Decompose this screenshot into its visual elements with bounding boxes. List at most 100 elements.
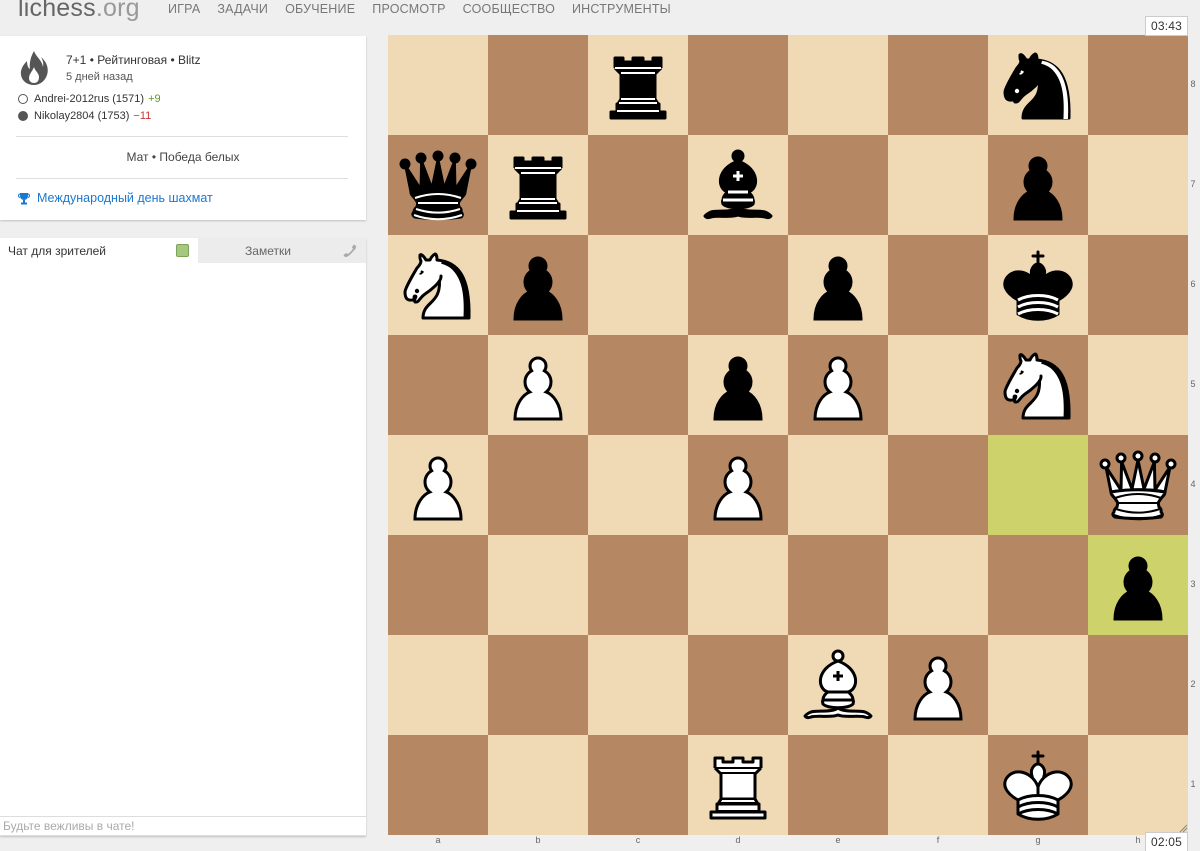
square-f2[interactable] bbox=[888, 635, 988, 735]
black-pawn-icon[interactable] bbox=[493, 240, 583, 330]
square-c3[interactable] bbox=[588, 535, 688, 635]
phone-icon[interactable] bbox=[342, 243, 358, 259]
menu-item-community[interactable]: СООБЩЕСТВО bbox=[463, 2, 555, 16]
square-h1[interactable] bbox=[1088, 735, 1188, 835]
square-a2[interactable] bbox=[388, 635, 488, 735]
square-g3[interactable] bbox=[988, 535, 1088, 635]
black-queen-icon[interactable] bbox=[393, 140, 483, 230]
black-bishop-icon[interactable] bbox=[693, 140, 783, 230]
square-e6[interactable] bbox=[788, 235, 888, 335]
white-pawn-icon[interactable] bbox=[493, 340, 583, 430]
square-c6[interactable] bbox=[588, 235, 688, 335]
white-rook-icon[interactable] bbox=[693, 740, 783, 830]
square-g8[interactable] bbox=[988, 35, 1088, 135]
tournament-link[interactable]: Международный день шахмат bbox=[18, 191, 213, 205]
square-a7[interactable] bbox=[388, 135, 488, 235]
black-king-icon[interactable] bbox=[993, 240, 1083, 330]
menu-item-watch[interactable]: ПРОСМОТР bbox=[372, 2, 445, 16]
tab-notes[interactable]: Заметки bbox=[198, 238, 338, 263]
player-white[interactable]: Andrei-2012rus (1571) +9 bbox=[18, 93, 161, 105]
white-king-icon[interactable] bbox=[993, 740, 1083, 830]
square-b7[interactable] bbox=[488, 135, 588, 235]
square-b2[interactable] bbox=[488, 635, 588, 735]
white-pawn-icon[interactable] bbox=[693, 440, 783, 530]
menu-item-play[interactable]: ИГРА bbox=[168, 2, 200, 16]
square-b8[interactable] bbox=[488, 35, 588, 135]
square-h6[interactable] bbox=[1088, 235, 1188, 335]
square-e5[interactable] bbox=[788, 335, 888, 435]
white-pawn-icon[interactable] bbox=[393, 440, 483, 530]
black-knight-icon[interactable] bbox=[993, 40, 1083, 130]
square-h8[interactable] bbox=[1088, 35, 1188, 135]
square-b1[interactable] bbox=[488, 735, 588, 835]
board-resize-handle[interactable] bbox=[1178, 823, 1188, 833]
black-pawn-icon[interactable] bbox=[793, 240, 883, 330]
square-d3[interactable] bbox=[688, 535, 788, 635]
square-g1[interactable] bbox=[988, 735, 1088, 835]
square-e1[interactable] bbox=[788, 735, 888, 835]
site-logo[interactable]: lichess.org bbox=[18, 0, 140, 23]
square-d1[interactable] bbox=[688, 735, 788, 835]
black-pawn-icon[interactable] bbox=[993, 140, 1083, 230]
square-c8[interactable] bbox=[588, 35, 688, 135]
square-c4[interactable] bbox=[588, 435, 688, 535]
square-b5[interactable] bbox=[488, 335, 588, 435]
square-d7[interactable] bbox=[688, 135, 788, 235]
square-e7[interactable] bbox=[788, 135, 888, 235]
square-c2[interactable] bbox=[588, 635, 688, 735]
square-b4[interactable] bbox=[488, 435, 588, 535]
square-e2[interactable] bbox=[788, 635, 888, 735]
square-f7[interactable] bbox=[888, 135, 988, 235]
square-d8[interactable] bbox=[688, 35, 788, 135]
square-c1[interactable] bbox=[588, 735, 688, 835]
square-d6[interactable] bbox=[688, 235, 788, 335]
menu-item-puzzles[interactable]: ЗАДАЧИ bbox=[217, 2, 268, 16]
white-pawn-icon[interactable] bbox=[893, 640, 983, 730]
square-f5[interactable] bbox=[888, 335, 988, 435]
white-bishop-icon[interactable] bbox=[793, 640, 883, 730]
chat-input[interactable] bbox=[0, 816, 366, 836]
white-knight-icon[interactable] bbox=[393, 240, 483, 330]
square-g6[interactable] bbox=[988, 235, 1088, 335]
menu-item-learn[interactable]: ОБУЧЕНИЕ bbox=[285, 2, 355, 16]
square-f3[interactable] bbox=[888, 535, 988, 635]
square-f4[interactable] bbox=[888, 435, 988, 535]
square-h4[interactable] bbox=[1088, 435, 1188, 535]
black-rook-icon[interactable] bbox=[493, 140, 583, 230]
square-g4[interactable] bbox=[988, 435, 1088, 535]
chat-toggle-checkbox[interactable] bbox=[176, 244, 189, 257]
white-queen-icon[interactable] bbox=[1093, 440, 1183, 530]
menu-item-tools[interactable]: ИНСТРУМЕНТЫ bbox=[572, 2, 671, 16]
square-h5[interactable] bbox=[1088, 335, 1188, 435]
square-f8[interactable] bbox=[888, 35, 988, 135]
square-e4[interactable] bbox=[788, 435, 888, 535]
square-d2[interactable] bbox=[688, 635, 788, 735]
white-pawn-icon[interactable] bbox=[793, 340, 883, 430]
square-f6[interactable] bbox=[888, 235, 988, 335]
black-pawn-icon[interactable] bbox=[693, 340, 783, 430]
white-knight-icon[interactable] bbox=[993, 340, 1083, 430]
square-h3[interactable] bbox=[1088, 535, 1188, 635]
square-g7[interactable] bbox=[988, 135, 1088, 235]
square-b6[interactable] bbox=[488, 235, 588, 335]
player-black[interactable]: Nikolay2804 (1753) −11 bbox=[18, 110, 151, 122]
square-c5[interactable] bbox=[588, 335, 688, 435]
square-g5[interactable] bbox=[988, 335, 1088, 435]
black-rook-icon[interactable] bbox=[593, 40, 683, 130]
square-a8[interactable] bbox=[388, 35, 488, 135]
square-h2[interactable] bbox=[1088, 635, 1188, 735]
square-d4[interactable] bbox=[688, 435, 788, 535]
square-b3[interactable] bbox=[488, 535, 588, 635]
square-a3[interactable] bbox=[388, 535, 488, 635]
square-d5[interactable] bbox=[688, 335, 788, 435]
black-pawn-icon[interactable] bbox=[1093, 540, 1183, 630]
square-c7[interactable] bbox=[588, 135, 688, 235]
square-a5[interactable] bbox=[388, 335, 488, 435]
square-e8[interactable] bbox=[788, 35, 888, 135]
square-h7[interactable] bbox=[1088, 135, 1188, 235]
square-a6[interactable] bbox=[388, 235, 488, 335]
square-a1[interactable] bbox=[388, 735, 488, 835]
square-e3[interactable] bbox=[788, 535, 888, 635]
square-f1[interactable] bbox=[888, 735, 988, 835]
square-g2[interactable] bbox=[988, 635, 1088, 735]
